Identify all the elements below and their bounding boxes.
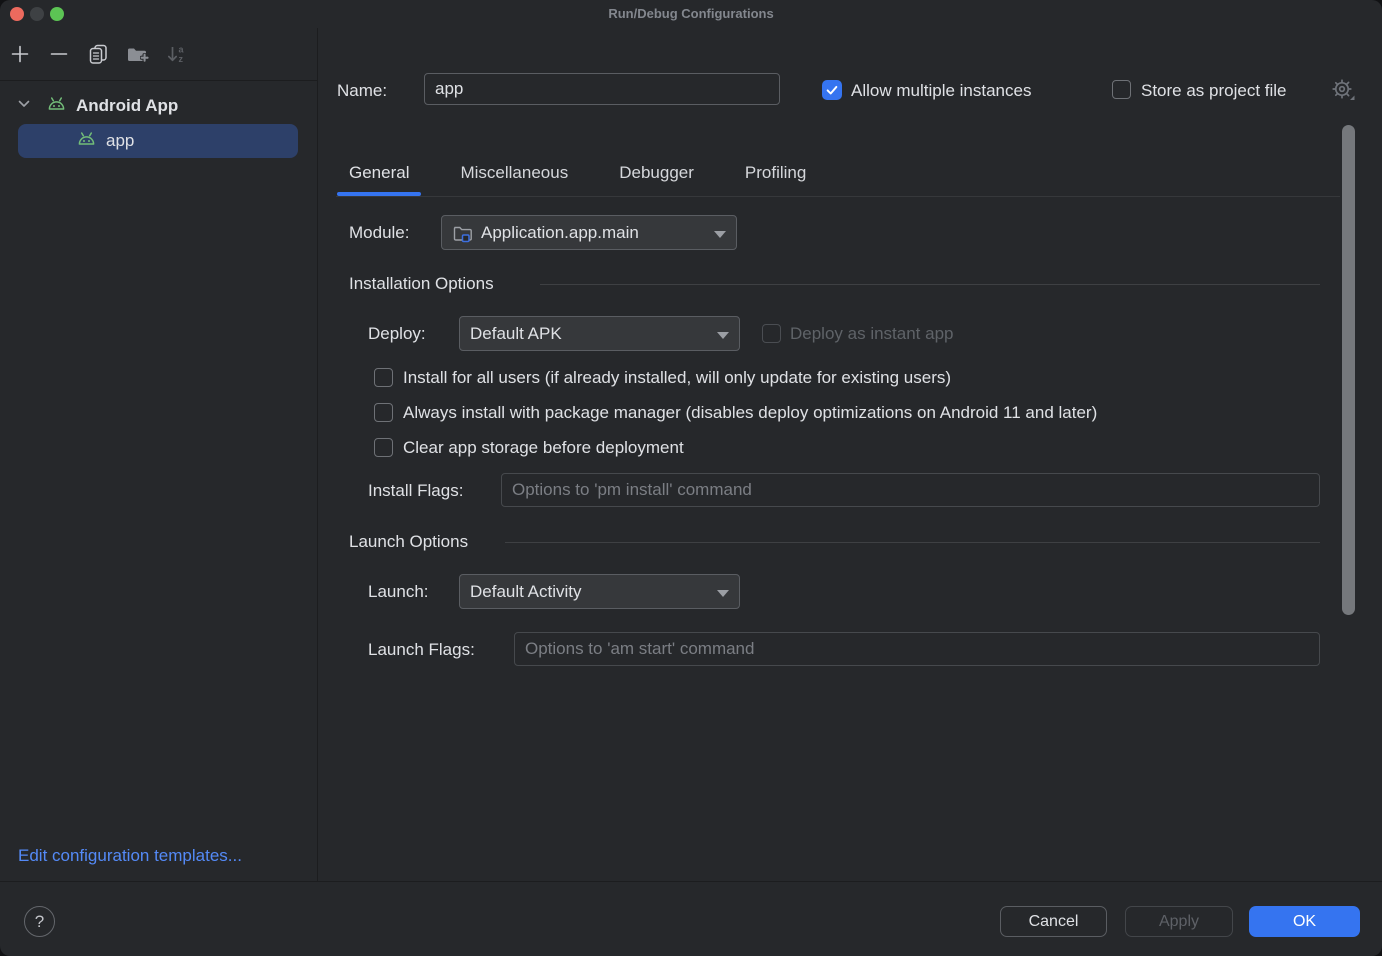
tab-bar: General Miscellaneous Debugger Profiling [337, 150, 818, 196]
help-button[interactable]: ? [24, 906, 55, 937]
name-input[interactable] [424, 73, 780, 105]
sidebar-toolbar: a z [0, 28, 317, 81]
copy-configuration-icon[interactable] [86, 42, 110, 66]
tree-item-app[interactable]: app [18, 124, 298, 158]
ok-button[interactable]: OK [1249, 906, 1360, 937]
launch-flags-input[interactable] [514, 632, 1320, 666]
remove-configuration-icon[interactable] [47, 42, 71, 66]
tab-debugger[interactable]: Debugger [607, 150, 706, 196]
always-install-with-package-manager-label: Always install with package manager (dis… [403, 403, 1097, 423]
window-title: Run/Debug Configurations [0, 6, 1382, 21]
deploy-as-instant-app-label: Deploy as instant app [790, 324, 954, 344]
clear-app-storage-label: Clear app storage before deployment [403, 438, 684, 458]
chevron-down-icon[interactable] [16, 96, 32, 117]
deploy-dropdown[interactable]: Default APK [459, 316, 740, 351]
launch-dropdown[interactable]: Default Activity [459, 574, 740, 609]
launch-options-header: Launch Options [349, 532, 468, 552]
store-as-project-file-label: Store as project file [1141, 81, 1287, 101]
allow-multiple-instances-checkbox[interactable] [822, 80, 842, 100]
run-debug-configurations-dialog: Run/Debug Configurations [0, 0, 1382, 956]
gear-icon[interactable] [1330, 77, 1356, 108]
chevron-down-icon [717, 324, 729, 344]
tab-debugger-label: Debugger [619, 163, 694, 183]
install-flags-input[interactable] [501, 473, 1320, 507]
new-folder-icon[interactable] [125, 42, 149, 66]
install-for-all-users-checkbox[interactable] [374, 368, 393, 387]
installation-options-divider [540, 284, 1320, 285]
cancel-button[interactable]: Cancel [1000, 906, 1107, 937]
launch-label: Launch: [368, 582, 429, 602]
chevron-down-icon [714, 223, 726, 243]
tree-item-label: app [106, 131, 134, 151]
chevron-down-icon [717, 582, 729, 602]
title-bar: Run/Debug Configurations [0, 0, 1382, 28]
sort-configurations-icon[interactable]: a z [164, 42, 188, 66]
launch-flags-label: Launch Flags: [368, 640, 475, 660]
name-label: Name: [337, 81, 387, 101]
apply-button[interactable]: Apply [1125, 906, 1233, 937]
install-flags-label: Install Flags: [368, 481, 463, 501]
launch-options-divider [505, 542, 1320, 543]
tab-bar-divider [336, 196, 1340, 197]
tab-miscellaneous[interactable]: Miscellaneous [448, 150, 580, 196]
module-value: Application.app.main [481, 223, 639, 243]
module-label: Module: [349, 223, 409, 243]
vertical-scrollbar-thumb[interactable] [1342, 125, 1355, 615]
deploy-value: Default APK [470, 324, 562, 344]
allow-multiple-instances-label: Allow multiple instances [851, 81, 1031, 101]
edit-configuration-templates-link[interactable]: Edit configuration templates... [18, 846, 242, 866]
deploy-as-instant-app-checkbox [762, 324, 781, 343]
tree-group-android-app[interactable]: Android App [0, 90, 317, 122]
footer-divider [0, 881, 1382, 882]
install-for-all-users-label: Install for all users (if already instal… [403, 368, 951, 388]
always-install-with-package-manager-checkbox[interactable] [374, 403, 393, 422]
svg-text:a: a [178, 45, 184, 55]
tab-general-label: General [349, 163, 409, 183]
tab-general[interactable]: General [337, 150, 421, 196]
tab-profiling[interactable]: Profiling [733, 150, 818, 196]
deploy-label: Deploy: [368, 324, 426, 344]
launch-value: Default Activity [470, 582, 582, 602]
tab-miscellaneous-label: Miscellaneous [460, 163, 568, 183]
android-icon [46, 95, 67, 117]
tree-group-label: Android App [76, 96, 178, 116]
tab-profiling-label: Profiling [745, 163, 806, 183]
configurations-sidebar: a z Android App [0, 28, 318, 881]
module-icon [452, 223, 473, 243]
store-as-project-file-checkbox[interactable] [1112, 80, 1131, 99]
installation-options-header: Installation Options [349, 274, 494, 294]
android-icon [76, 130, 97, 152]
clear-app-storage-checkbox[interactable] [374, 438, 393, 457]
svg-text:z: z [178, 54, 183, 64]
add-configuration-icon[interactable] [8, 42, 32, 66]
module-dropdown[interactable]: Application.app.main [441, 215, 737, 250]
